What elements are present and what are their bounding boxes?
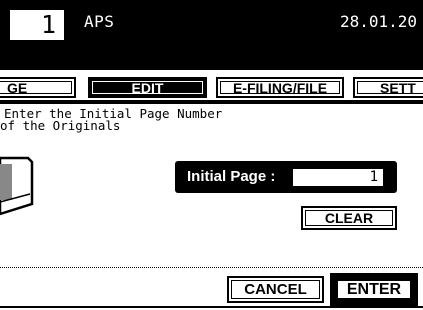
tab-settings[interactable]: SETT — [353, 77, 423, 98]
paper-mode: APS — [84, 12, 115, 31]
tab-label: GE — [0, 80, 72, 96]
tab-label: SETT — [357, 80, 423, 96]
bottom-border — [0, 306, 423, 308]
divider — [0, 267, 423, 268]
cancel-button[interactable]: CANCEL — [227, 276, 324, 303]
copy-count: 1 — [40, 10, 56, 39]
tab-edit[interactable]: EDIT — [88, 77, 207, 98]
initial-page-label: Initial Page : — [187, 168, 276, 185]
date-display: 28.01.20 — [339, 12, 417, 31]
tab-row: GE EDIT E-FILING/FILE SETT — [0, 70, 423, 102]
copy-count-box: 1 — [10, 10, 64, 40]
initial-page-value[interactable]: 1 — [293, 169, 383, 186]
tab-label: EDIT — [92, 80, 203, 96]
tab-image[interactable]: GE — [0, 77, 76, 98]
clear-button[interactable]: CLEAR — [301, 206, 397, 230]
document-stack-icon — [0, 156, 34, 216]
tab-underline — [0, 100, 423, 104]
tab-e-filing[interactable]: E-FILING/FILE — [216, 77, 344, 98]
enter-button[interactable]: ENTER — [330, 273, 418, 306]
status-bar: 1 APS 28.01.20 — [0, 0, 423, 70]
message-line-2: of the Originals — [0, 118, 121, 133]
copier-panel-screen: 1 APS 28.01.20 GE EDIT E-FILING/FILE SET… — [0, 0, 423, 310]
instruction-message: Enter the Initial Page Number of the Ori… — [0, 107, 222, 132]
initial-page-field[interactable]: Initial Page : 1 — [175, 161, 397, 193]
tab-label: E-FILING/FILE — [220, 80, 340, 96]
clear-button-label: CLEAR — [305, 210, 393, 226]
enter-button-label: ENTER — [336, 279, 412, 300]
cancel-button-label: CANCEL — [231, 280, 320, 299]
